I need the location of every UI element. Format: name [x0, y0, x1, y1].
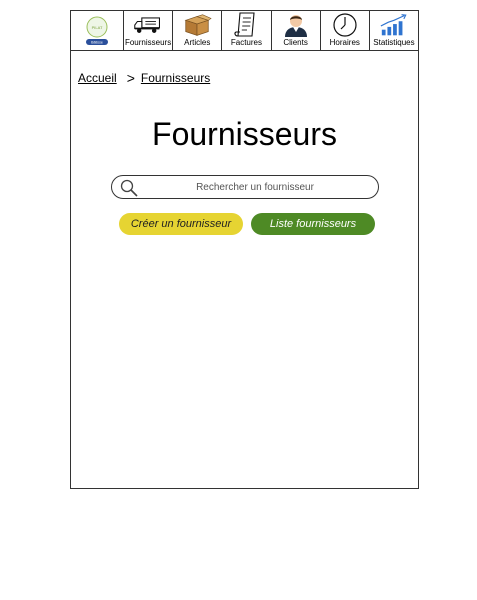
person-icon: [281, 13, 311, 37]
logo-home-link[interactable]: PILAT Bâtisse: [71, 11, 124, 50]
search-icon[interactable]: [119, 178, 139, 198]
nav-item-clients[interactable]: Clients: [272, 11, 321, 50]
nav-item-horaires[interactable]: Horaires: [321, 11, 370, 50]
nav-item-statistiques[interactable]: Statistiques: [370, 11, 418, 50]
svg-text:Bâtisse: Bâtisse: [91, 41, 103, 45]
clock-icon: [330, 13, 360, 37]
search-box: [111, 175, 379, 199]
breadcrumb-current-link[interactable]: Fournisseurs: [141, 71, 210, 85]
invoice-icon: [231, 12, 261, 37]
nav-label: Articles: [184, 38, 211, 47]
nav-label: Statistiques: [373, 38, 415, 47]
nav-item-articles[interactable]: Articles: [173, 11, 223, 50]
breadcrumb-separator: >: [126, 70, 135, 86]
bar-chart-icon: [379, 13, 409, 37]
nav-label: Factures: [230, 38, 262, 47]
app-frame: PILAT Bâtisse Fournisseurs Articles Fact…: [70, 10, 419, 489]
box-icon: [182, 13, 212, 37]
logo-icon: PILAT Bâtisse: [77, 14, 117, 48]
breadcrumb: Accueil > Fournisseurs: [78, 70, 210, 86]
nav-label: Horaires: [329, 38, 360, 47]
create-supplier-button[interactable]: Créer un fournisseur: [119, 213, 243, 235]
nav-label: Fournisseurs: [124, 38, 172, 47]
nav-item-factures[interactable]: Factures: [222, 11, 272, 50]
search-input[interactable]: [142, 179, 368, 195]
top-nav: PILAT Bâtisse Fournisseurs Articles Fact…: [71, 11, 418, 51]
truck-icon: [133, 13, 163, 37]
nav-item-fournisseurs[interactable]: Fournisseurs: [124, 11, 174, 50]
nav-label: Clients: [283, 38, 308, 47]
page-title: Fournisseurs: [152, 116, 337, 152]
breadcrumb-home-link[interactable]: Accueil: [78, 71, 117, 85]
svg-text:PILAT: PILAT: [92, 25, 103, 30]
supplier-list-button[interactable]: Liste fournisseurs: [251, 213, 375, 235]
